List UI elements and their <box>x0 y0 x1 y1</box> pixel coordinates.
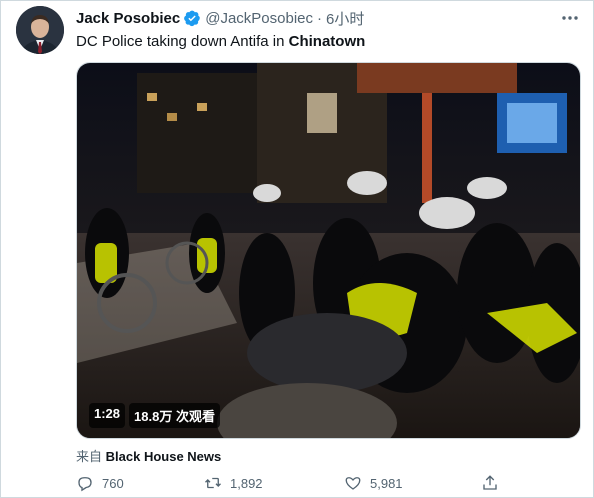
tweet-header: Jack Posobiec @JackPosobiec · 6小时 <box>76 8 364 28</box>
share-icon <box>483 475 497 490</box>
author-handle[interactable]: @JackPosobiec <box>205 10 313 27</box>
video-info-badge: 1:28 18.8万 次观看 <box>89 403 220 428</box>
tweet-actions: 760 1,892 5,981 <box>76 474 501 494</box>
retweet-count: 1,892 <box>230 475 263 491</box>
tweet-text-bold: Chinatown <box>288 33 366 50</box>
video-duration: 1:28 <box>89 403 126 428</box>
video-player[interactable]: 1:28 18.8万 次观看 <box>76 62 581 439</box>
verified-badge-icon <box>184 10 201 27</box>
tweet-source: 来自 Black House News <box>76 446 221 465</box>
tweet-timestamp[interactable]: 6小时 <box>326 8 364 29</box>
reply-icon <box>78 477 92 492</box>
source-name[interactable]: Black House News <box>106 449 222 464</box>
like-icon <box>345 477 361 490</box>
author-name[interactable]: Jack Posobiec <box>76 10 180 27</box>
avatar[interactable] <box>16 6 64 54</box>
tweet-text-plain: DC Police taking down Antifa in <box>76 33 289 50</box>
share-button[interactable] <box>481 474 499 492</box>
header-separator: · <box>317 9 323 27</box>
video-frame <box>77 63 580 438</box>
more-options-icon[interactable] <box>560 8 580 28</box>
reply-count: 760 <box>102 475 124 491</box>
retweet-button[interactable]: 1,892 <box>204 474 263 492</box>
reply-button[interactable]: 760 <box>76 474 124 492</box>
video-view-count: 18.8万 次观看 <box>129 403 220 428</box>
like-button[interactable]: 5,981 <box>344 474 403 492</box>
source-prefix: 来自 <box>76 449 103 464</box>
like-count: 5,981 <box>370 475 403 491</box>
tweet-text: DC Police taking down Antifa in Chinatow… <box>76 33 365 51</box>
retweet-icon <box>205 477 221 489</box>
